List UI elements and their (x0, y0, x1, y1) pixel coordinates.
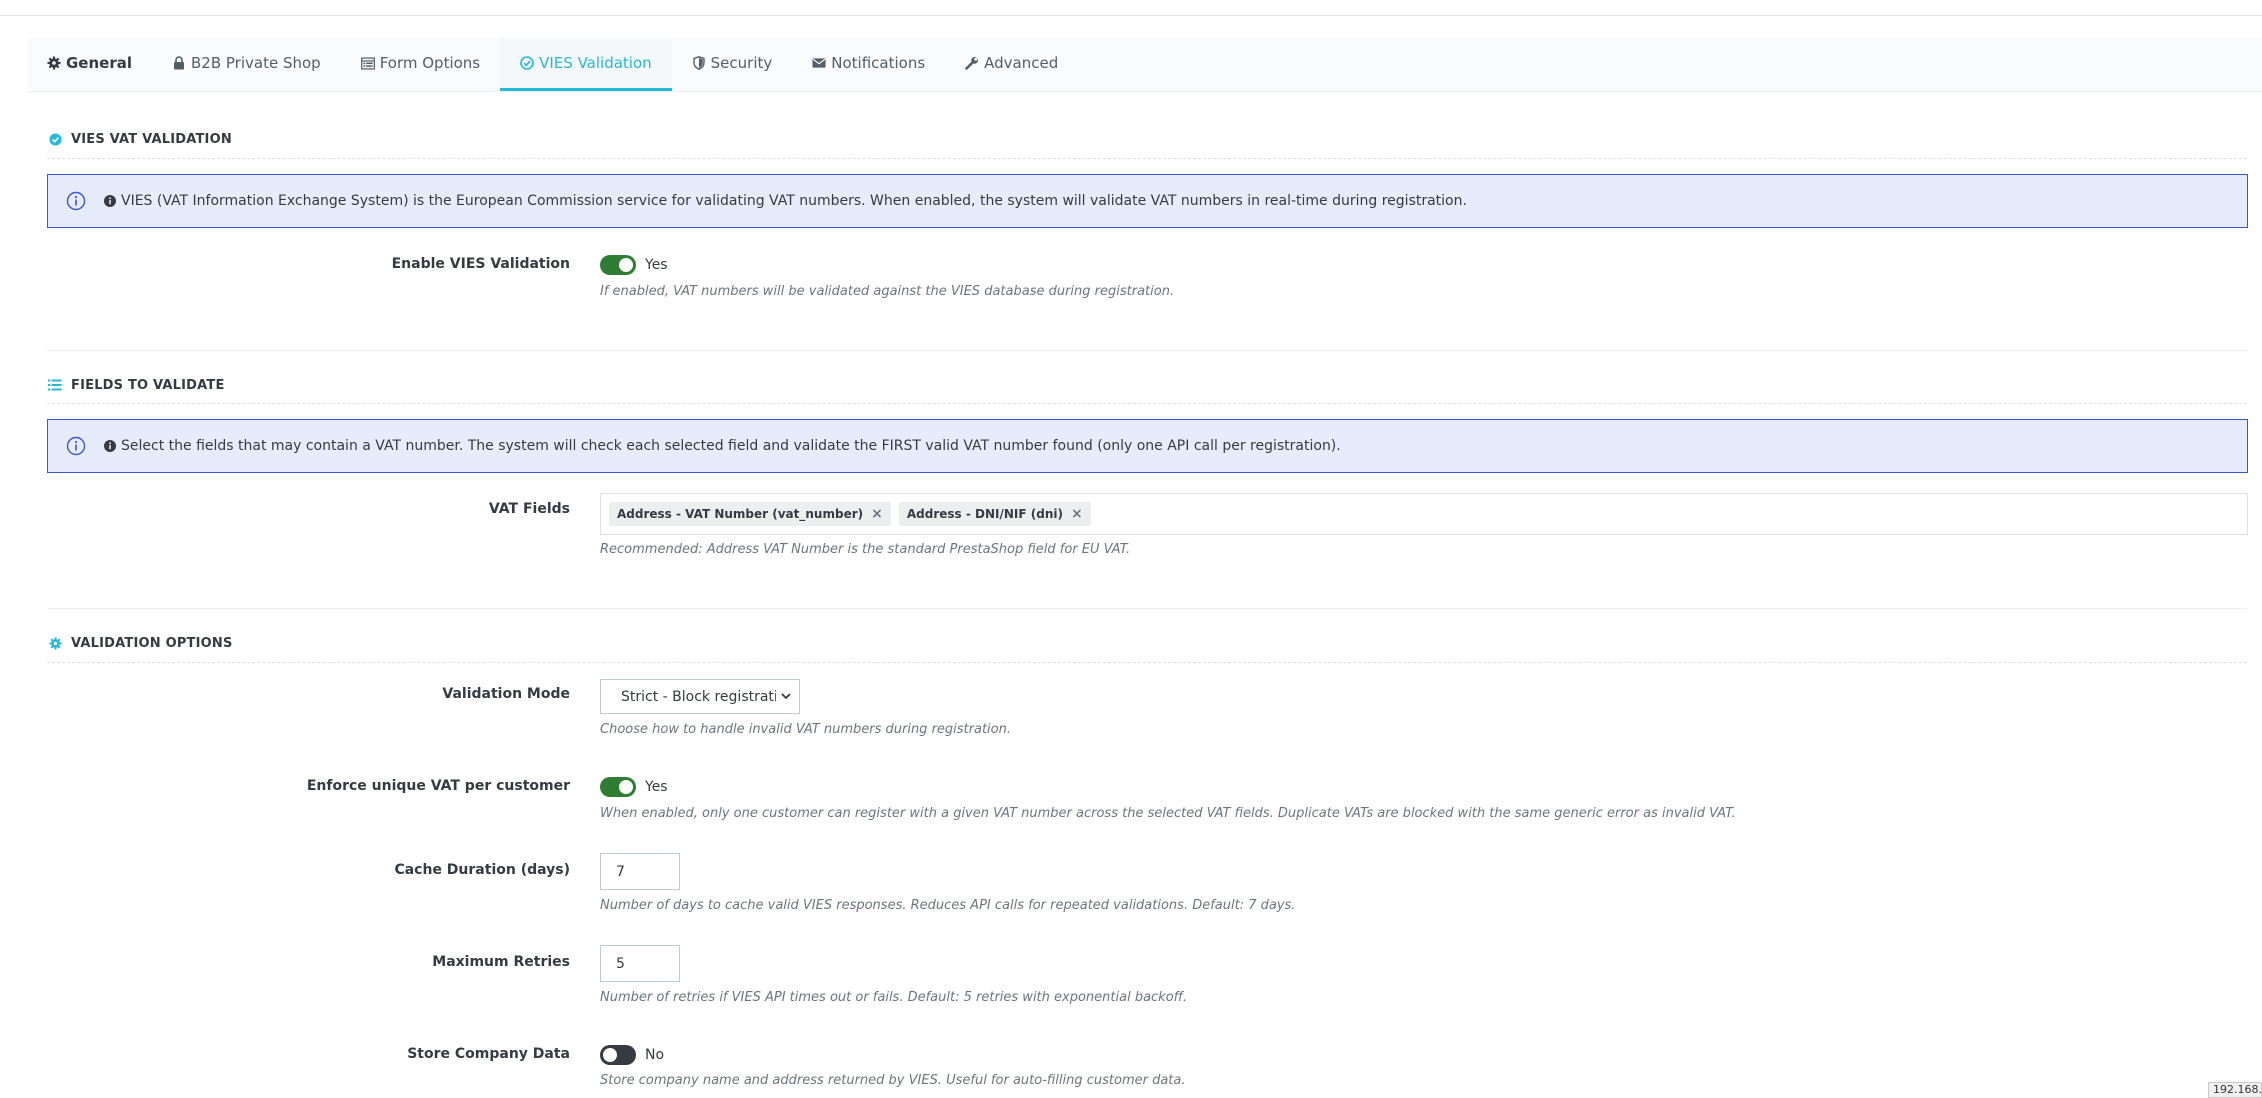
tab-label: Notifications (831, 54, 926, 72)
store-company-help: Store company name and address returned … (600, 1073, 1186, 1088)
tab-label: General (66, 54, 132, 72)
switch-knob (619, 258, 633, 272)
vat-field-tag: Address - VAT Number (vat_number) × (609, 502, 891, 526)
tab-notifications[interactable]: Notifications (792, 38, 945, 91)
check-circle-icon (47, 131, 63, 147)
tab-label: Security (710, 54, 773, 72)
vat-fields-label: VAT Fields (488, 501, 570, 517)
fields-info-alert: Select the fields that may contain a VAT… (47, 419, 2248, 473)
vies-section-header: VIES VAT VALIDATION (47, 129, 2247, 149)
info-circle-icon (66, 191, 86, 211)
alert-text: Select the fields that may contain a VAT… (121, 438, 1341, 454)
store-company-value: No (645, 1047, 665, 1063)
validation-mode-select[interactable]: Strict - Block registration (600, 679, 800, 714)
tab-vies-validation[interactable]: VIES Validation (500, 38, 672, 91)
vat-fields-help: Recommended: Address VAT Number is the s… (600, 542, 1131, 557)
list-icon (47, 377, 63, 393)
section-divider (47, 403, 2247, 404)
max-retries-input[interactable] (600, 945, 680, 982)
section-title: FIELDS TO VALIDATE (71, 377, 225, 393)
max-retries-label: Maximum Retries (432, 954, 570, 970)
remove-tag-icon[interactable]: × (871, 507, 883, 521)
fields-section-header: FIELDS TO VALIDATE (47, 375, 2247, 395)
switch-knob (619, 780, 633, 794)
cache-duration-input[interactable] (600, 853, 680, 890)
store-company-label: Store Company Data (407, 1046, 570, 1062)
max-retries-help: Number of retries if VIES API times out … (600, 990, 1188, 1005)
validation-mode-help: Choose how to handle invalid VAT numbers… (600, 722, 1011, 737)
section-divider (47, 662, 2247, 663)
enable-vies-help: If enabled, VAT numbers will be validate… (600, 284, 1175, 299)
check-circle-icon (520, 56, 534, 70)
store-company-switch[interactable] (600, 1045, 636, 1065)
section-separator (47, 608, 2247, 609)
tab-label: B2B Private Shop (191, 54, 321, 72)
gear-icon (47, 635, 63, 651)
alert-text: VIES (VAT Information Exchange System) i… (121, 193, 1467, 209)
tab-general[interactable]: General (27, 38, 152, 91)
envelope-icon (812, 56, 826, 70)
section-title: VALIDATION OPTIONS (71, 635, 233, 651)
tab-label: Form Options (379, 54, 481, 72)
unique-vat-switch[interactable] (600, 777, 636, 797)
info-bullet-icon (104, 440, 116, 452)
gear-icon (47, 56, 61, 70)
section-title: VIES VAT VALIDATION (71, 131, 232, 147)
select-value: Strict - Block registration (621, 688, 776, 705)
settings-tabs: General B2B Private Shop Form Options VI… (27, 38, 2262, 92)
top-divider (0, 15, 2262, 16)
unique-vat-value: Yes (645, 779, 668, 795)
switch-knob (603, 1048, 617, 1062)
cache-duration-help: Number of days to cache valid VIES respo… (600, 898, 1296, 913)
lock-icon (172, 56, 186, 70)
tab-label: VIES Validation (539, 54, 652, 72)
info-circle-icon (66, 436, 86, 456)
shield-icon (692, 56, 706, 70)
unique-vat-help: When enabled, only one customer can regi… (600, 806, 1736, 821)
enable-vies-label: Enable VIES Validation (391, 256, 570, 272)
tab-form-options[interactable]: Form Options (341, 38, 500, 91)
remove-tag-icon[interactable]: × (1071, 507, 1083, 521)
tag-label: Address - DNI/NIF (dni) (906, 507, 1063, 521)
tab-security[interactable]: Security (672, 38, 793, 91)
form-icon (360, 56, 375, 70)
status-bar-ip: 192.168.1 (2208, 1082, 2262, 1098)
unique-vat-label: Enforce unique VAT per customer (306, 778, 570, 794)
section-divider (47, 158, 2247, 159)
enable-vies-value: Yes (645, 257, 668, 273)
tag-label: Address - VAT Number (vat_number) (617, 507, 864, 521)
info-bullet-icon (104, 195, 116, 207)
vat-field-tag: Address - DNI/NIF (dni) × (898, 502, 1091, 526)
tab-label: Advanced (984, 54, 1059, 72)
tab-b2b-private-shop[interactable]: B2B Private Shop (152, 38, 341, 91)
tab-advanced[interactable]: Advanced (945, 38, 1078, 91)
validation-mode-label: Validation Mode (442, 686, 570, 702)
chevron-down-icon (781, 693, 791, 700)
wrench-icon (965, 56, 979, 70)
enable-vies-switch[interactable] (600, 255, 636, 275)
vies-info-alert: VIES (VAT Information Exchange System) i… (47, 174, 2248, 228)
section-separator (47, 350, 2247, 351)
vat-fields-multiselect[interactable]: Address - VAT Number (vat_number) × Addr… (600, 493, 2248, 535)
cache-duration-label: Cache Duration (days) (394, 862, 570, 878)
options-section-header: VALIDATION OPTIONS (47, 633, 2247, 653)
